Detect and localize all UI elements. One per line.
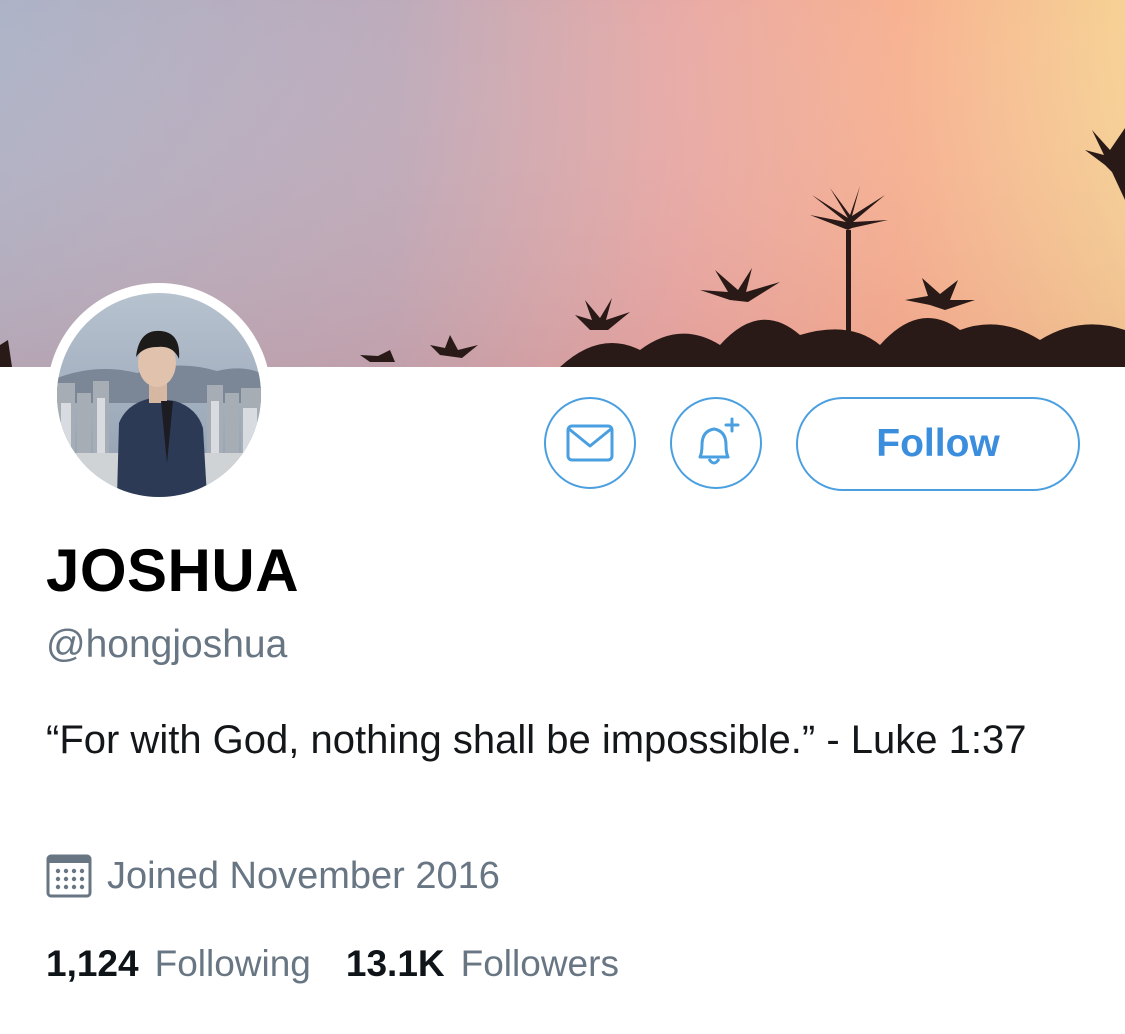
following-label: Following xyxy=(154,943,311,984)
profile-handle: @hongjoshua xyxy=(46,623,288,666)
envelope-icon xyxy=(566,424,614,462)
followers-count: 13.1K xyxy=(345,943,445,984)
following-link[interactable]: 1,124 Following xyxy=(46,943,311,985)
followers-label: Followers xyxy=(460,943,619,984)
following-count: 1,124 xyxy=(46,943,139,984)
joined-date: Joined November 2016 xyxy=(46,853,500,899)
display-name: JOSHUA xyxy=(46,537,300,604)
notifications-button[interactable] xyxy=(670,397,762,489)
message-button[interactable] xyxy=(544,397,636,489)
joined-text: Joined November 2016 xyxy=(107,854,500,897)
profile-stats: 1,124 Following 13.1K Followers xyxy=(46,943,619,985)
profile-bio: “For with God, nothing shall be impossib… xyxy=(46,718,1027,762)
followers-link[interactable]: 13.1K Followers xyxy=(346,943,619,985)
calendar-icon xyxy=(46,853,92,899)
follow-button[interactable]: Follow xyxy=(796,397,1080,491)
bell-plus-icon xyxy=(688,415,744,471)
avatar[interactable] xyxy=(57,293,261,497)
